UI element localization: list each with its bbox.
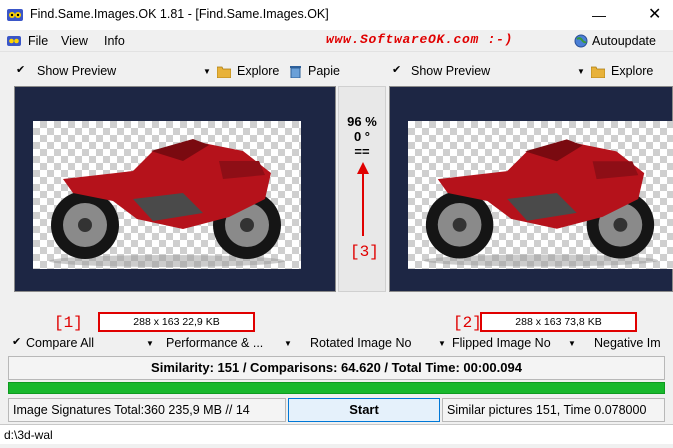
similarity-percent: 96 % — [347, 114, 377, 129]
window-title: Find.Same.Images.OK 1.81 - [Find.Same.Im… — [30, 7, 329, 21]
left-show-preview[interactable]: Show Preview — [37, 64, 116, 78]
motorcycle-image — [49, 139, 285, 267]
performance-option[interactable]: Performance & ... — [166, 336, 263, 350]
left-explore[interactable]: Explore — [237, 64, 279, 78]
checkmark-icon: ✔ — [16, 64, 26, 76]
menu-file[interactable]: File — [28, 34, 48, 48]
left-image-preview[interactable] — [14, 86, 336, 292]
app-icon — [7, 9, 23, 21]
equal-sign: == — [354, 144, 370, 159]
checkmark-icon: ✔ — [392, 64, 402, 76]
motorcycle-image — [423, 139, 659, 267]
annotation-1: [1] — [54, 314, 83, 332]
close-button[interactable]: ✕ — [648, 4, 661, 24]
dropdown-arrow-icon[interactable]: ▼ — [577, 67, 585, 76]
rotation-degree: 0 ° — [353, 129, 371, 144]
right-image-preview[interactable] — [389, 86, 673, 292]
website-link[interactable]: www.SoftwareOK.com :-) — [326, 32, 513, 47]
compare-all-option[interactable]: Compare All — [26, 336, 94, 350]
progress-bar — [8, 382, 665, 394]
right-image-info: 288 x 163 73,8 KB — [480, 312, 637, 332]
negative-image-option[interactable]: Negative Im — [594, 336, 661, 350]
start-button[interactable]: Start — [288, 398, 440, 422]
signatures-status: Image Signatures Total:360 235,9 MB // 1… — [8, 398, 286, 422]
minimize-button[interactable]: — — [592, 7, 606, 23]
dropdown-arrow-icon[interactable]: ▼ — [568, 339, 576, 348]
similarity-summary: Similarity: 151 / Comparisons: 64.620 / … — [8, 356, 665, 380]
rotated-image-option[interactable]: Rotated Image No — [310, 336, 411, 350]
menu-info[interactable]: Info — [104, 34, 125, 48]
right-explore[interactable]: Explore — [611, 64, 653, 78]
menu-view[interactable]: View — [61, 34, 88, 48]
globe-icon — [574, 34, 588, 48]
similar-pictures-status: Similar pictures 151, Time 0.078000 — [442, 398, 665, 422]
dropdown-arrow-icon[interactable]: ▼ — [146, 339, 154, 348]
app-menu-icon[interactable] — [7, 34, 21, 48]
dropdown-arrow-icon[interactable]: ▼ — [203, 67, 211, 76]
trash-icon — [290, 66, 301, 78]
annotation-2: [2] — [453, 314, 482, 332]
left-trash[interactable]: Papie — [308, 64, 340, 78]
flipped-image-option[interactable]: Flipped Image No — [452, 336, 551, 350]
path-input[interactable]: d:\3d-wal — [0, 424, 673, 444]
checkmark-icon: ✔ — [12, 336, 22, 348]
explore-icon — [591, 66, 605, 78]
dropdown-arrow-icon[interactable]: ▼ — [284, 339, 292, 348]
annotation-3: [3] — [350, 243, 379, 261]
explore-icon — [217, 66, 231, 78]
left-image-info: 288 x 163 22,9 KB — [98, 312, 255, 332]
dropdown-arrow-icon[interactable]: ▼ — [438, 339, 446, 348]
red-arrow-icon — [357, 162, 369, 236]
autoupdate-button[interactable]: Autoupdate — [592, 34, 656, 48]
right-show-preview[interactable]: Show Preview — [411, 64, 490, 78]
